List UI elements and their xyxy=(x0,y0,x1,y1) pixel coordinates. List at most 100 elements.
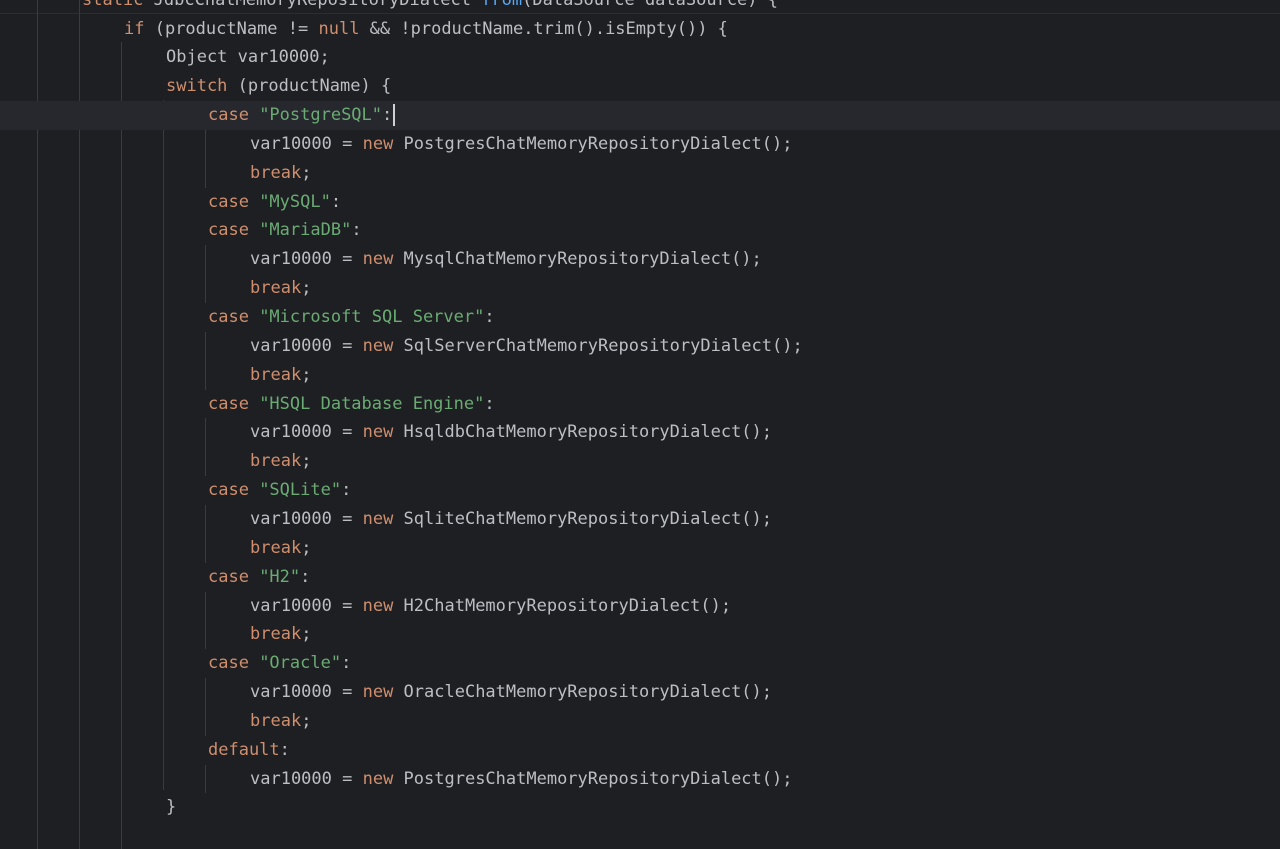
code-line[interactable]: case "MySQL": xyxy=(0,188,1280,217)
keyword-token: new xyxy=(362,133,404,154)
code-text: switch (productName) { xyxy=(166,72,391,101)
code-line[interactable]: Object var10000; xyxy=(0,43,1280,72)
keyword-token: new xyxy=(362,682,404,703)
code-token: MysqlChatMemoryRepositoryDialect(); xyxy=(403,249,762,270)
code-token: : xyxy=(279,739,290,760)
code-token: ; xyxy=(301,710,312,731)
code-line[interactable]: var10000 = new HsqldbChatMemoryRepositor… xyxy=(0,418,1280,447)
keyword-token: new xyxy=(362,249,404,270)
code-token: var10000 = xyxy=(250,508,363,529)
code-line[interactable]: switch (productName) { xyxy=(0,72,1280,101)
code-token: (DataSource dataSource) { xyxy=(522,0,778,10)
code-token: : xyxy=(382,105,393,126)
method-token: from xyxy=(481,0,522,10)
code-token: : xyxy=(300,566,311,587)
code-text: case "H2": xyxy=(208,563,310,592)
string-token: "Microsoft SQL Server" xyxy=(259,307,485,327)
keyword-token: break xyxy=(250,710,302,731)
keyword-token: new xyxy=(362,508,404,529)
code-line[interactable]: if (productName != null && !productName.… xyxy=(0,15,1280,44)
code-token: var10000 = xyxy=(250,768,363,789)
code-line[interactable]: var10000 = new SqlServerChatMemoryReposi… xyxy=(0,332,1280,361)
string-token: "PostgreSQL" xyxy=(259,105,383,126)
keyword-token: case xyxy=(208,653,260,674)
code-token: ; xyxy=(301,278,312,299)
code-text: break; xyxy=(250,361,311,390)
code-token: } xyxy=(166,797,177,818)
keyword-token: break xyxy=(250,278,302,299)
keyword-token: case xyxy=(208,191,260,212)
keyword-token: break xyxy=(250,162,302,183)
code-line[interactable]: case "SQLite": xyxy=(0,476,1280,505)
code-text: break; xyxy=(250,534,311,563)
code-text: case "Microsoft SQL Server": xyxy=(208,303,495,332)
keyword-token: case xyxy=(208,220,260,241)
keyword-token: break xyxy=(250,537,302,558)
code-line[interactable]: var10000 = new OracleChatMemoryRepositor… xyxy=(0,678,1280,707)
keyword-token: break xyxy=(250,364,302,385)
code-token: var10000 = xyxy=(250,335,363,356)
code-line[interactable]: break; xyxy=(0,534,1280,563)
code-token: var10000 = xyxy=(250,595,363,616)
code-line[interactable]: break; xyxy=(0,447,1280,476)
code-text: var10000 = new MysqlChatMemoryRepository… xyxy=(250,245,762,274)
code-line[interactable]: break; xyxy=(0,620,1280,649)
code-line[interactable]: case "HSQL Database Engine": xyxy=(0,390,1280,419)
code-text: Object var10000; xyxy=(166,43,330,72)
keyword-token: case xyxy=(208,480,260,501)
code-token: H2ChatMemoryRepositoryDialect(); xyxy=(403,595,732,616)
code-token: PostgresChatMemoryRepositoryDialect(); xyxy=(403,133,793,154)
code-token: (productName) { xyxy=(237,76,392,97)
string-token: "H2" xyxy=(259,566,301,587)
code-line[interactable]: case "H2": xyxy=(0,563,1280,592)
code-token: SqlServerChatMemoryRepositoryDialect(); xyxy=(403,335,803,356)
code-token: ; xyxy=(301,451,312,472)
code-editor[interactable]: static JdbcChatMemoryRepositoryDialect f… xyxy=(0,0,1280,849)
code-text: break; xyxy=(250,620,311,649)
code-text: case "SQLite": xyxy=(208,476,351,505)
code-text: var10000 = new SqliteChatMemoryRepositor… xyxy=(250,505,772,534)
code-line[interactable]: var10000 = new PostgresChatMemoryReposit… xyxy=(0,765,1280,794)
code-text: static JdbcChatMemoryRepositoryDialect f… xyxy=(82,0,778,15)
keyword-token: switch xyxy=(166,76,238,97)
code-token: var10000 = xyxy=(250,249,363,270)
code-line[interactable]: var10000 = new PostgresChatMemoryReposit… xyxy=(0,130,1280,159)
code-text: case "MariaDB": xyxy=(208,216,362,245)
code-token: ; xyxy=(301,624,312,645)
keyword-token: new xyxy=(362,595,404,616)
code-text: if (productName != null && !productName.… xyxy=(124,15,728,44)
code-token: var10000 = xyxy=(250,682,363,703)
keyword-token: new xyxy=(362,335,404,356)
code-text: break; xyxy=(250,274,311,303)
code-line[interactable]: default: xyxy=(0,736,1280,765)
code-line[interactable]: case "MariaDB": xyxy=(0,216,1280,245)
code-text: break; xyxy=(250,447,311,476)
code-text: case "PostgreSQL": xyxy=(208,101,396,130)
keyword-token: default xyxy=(208,739,280,760)
keyword-token: case xyxy=(208,105,260,126)
code-token: PostgresChatMemoryRepositoryDialect(); xyxy=(403,768,793,789)
code-line[interactable]: break; xyxy=(0,159,1280,188)
code-line[interactable]: break; xyxy=(0,361,1280,390)
keyword-token: case xyxy=(208,393,260,414)
keyword-token: null xyxy=(318,18,360,39)
keyword-token: case xyxy=(208,566,260,587)
code-line[interactable]: var10000 = new MysqlChatMemoryRepository… xyxy=(0,245,1280,274)
code-line[interactable]: } xyxy=(0,793,1280,822)
code-text: var10000 = new PostgresChatMemoryReposit… xyxy=(250,130,792,159)
code-token: Object var10000; xyxy=(166,47,330,68)
code-line[interactable]: static JdbcChatMemoryRepositoryDialect f… xyxy=(0,0,1280,15)
text-caret xyxy=(393,104,396,127)
code-line[interactable]: break; xyxy=(0,274,1280,303)
code-line[interactable]: case "Microsoft SQL Server": xyxy=(0,303,1280,332)
code-line[interactable]: case "Oracle": xyxy=(0,649,1280,678)
code-line[interactable]: break; xyxy=(0,707,1280,736)
string-token: "MySQL" xyxy=(259,191,331,212)
code-line[interactable]: var10000 = new SqliteChatMemoryRepositor… xyxy=(0,505,1280,534)
current-code-line[interactable]: case "PostgreSQL": xyxy=(0,101,1280,131)
string-token: "MariaDB" xyxy=(259,220,352,241)
code-line[interactable]: var10000 = new H2ChatMemoryRepositoryDia… xyxy=(0,592,1280,621)
string-token: "HSQL Database Engine" xyxy=(259,393,485,414)
keyword-token: static xyxy=(82,0,154,10)
code-text: break; xyxy=(250,707,311,736)
